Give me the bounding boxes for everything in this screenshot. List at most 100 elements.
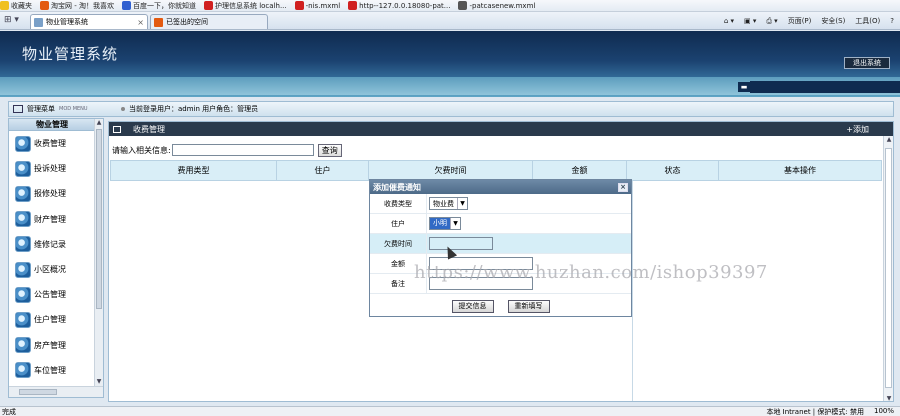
scroll-up-icon[interactable]: ▲ [885,136,893,144]
home-icon[interactable]: ⌂ ▾ [724,17,734,25]
chevron-down-icon: ▼ [457,198,467,209]
add-reminder-dialog: 添加催费通知 × 收费类型 物业费 ▼ 住户 小明 ▼ 欠费时间 金额 备注 提交信… [369,179,632,317]
module-icon [15,185,31,202]
favorites-item[interactable]: 护理信息系统 localh... [203,1,287,11]
sidebar-item-community[interactable]: 小区概况 [9,257,95,282]
sidebar-category[interactable]: 物业管理 [9,119,95,131]
sidebar-item-parking[interactable]: 车位管理 [9,358,95,383]
hscroll-thumb[interactable] [19,389,57,395]
sidebar-item-resident[interactable]: 住户管理 [9,307,95,332]
favorites-item[interactable]: -patcasenew.mxml [458,1,535,10]
page-menu[interactable]: 页面(P) [788,16,812,26]
dialog-titlebar[interactable]: 添加催费通知 × [370,180,631,194]
module-icon [15,135,31,152]
table-header-row: 费用类型 住户 欠费时间 金额 状态 基本操作 [110,160,882,181]
field-value-cell [426,233,631,254]
sidebar: 物业管理 收费管理 投诉处理 报修处理 财产管理 维修记录 小区概况 公告管理 … [8,118,104,398]
module-icon [15,211,31,228]
page-icon [203,1,213,10]
sidebar-item-maintenance[interactable]: 维修记录 [9,232,95,257]
field-label: 欠费时间 [384,239,412,248]
field-label: 住户 [391,219,405,228]
sidebar-item-asset[interactable]: 财产管理 [9,207,95,232]
feeds-icon[interactable]: ▣ ▾ [744,17,756,25]
fee-type-select[interactable]: 物业费 ▼ [429,197,468,210]
col-amount: 金额 [532,160,627,181]
panel-title: 收费管理 [133,124,165,134]
favorites-item[interactable]: http--127.0.0.18080-pat... [348,1,450,10]
search-label: 请输入相关信息: [112,145,171,155]
favorites-item[interactable]: 百度一下，你就知道 [121,1,196,11]
search-input[interactable] [171,144,314,156]
reset-button[interactable]: 重新填写 [507,300,550,313]
sidebar-scrollbar[interactable]: ▲ ▼ [94,119,103,387]
favorites-item[interactable]: -nis.mxml [294,1,340,10]
tools-menu[interactable]: 工具(O) [855,16,880,26]
resident-select[interactable]: 小明 ▼ [429,217,461,230]
dialog-buttons: 提交信息 重新填写 [370,300,631,313]
star-icon [0,1,9,10]
window-icon[interactable]: ▬ [738,82,750,92]
sidebar-item-house[interactable]: 房产管理 [9,333,95,358]
zoom-level[interactable]: 100% [874,407,894,416]
app-header: 物业管理系统 退出系统 ▬ [0,31,900,97]
panel-header: 收费管理 +添加 [109,122,893,136]
tab-property-system[interactable]: 物业管理系统 × [30,14,148,29]
logout-button[interactable]: 退出系统 [844,57,890,69]
quick-tabs-icon[interactable]: ⊞ ▾ [4,13,26,27]
form-row-fee-type: 收费类型 物业费 ▼ [370,193,631,214]
page-icon [458,1,468,10]
favorites-item[interactable]: 淘宝网 - 淘！我喜欢 [40,1,114,11]
browser-status-bar: 完成 本地 Intranet | 保护模式: 禁用 100% [0,406,900,416]
form-row-resident: 住户 小明 ▼ [370,213,631,234]
sidebar-item-complaint[interactable]: 投诉处理 [9,156,95,181]
app-title: 物业管理系统 [22,45,119,63]
print-icon[interactable]: ⎙ ▾ [766,17,777,26]
menu-icon [13,105,23,113]
field-value-cell: 小明 ▼ [426,213,631,234]
help-icon[interactable]: ? [890,17,894,25]
add-button[interactable]: +添加 [846,124,869,135]
page-icon [34,17,43,27]
favorites-bar: 收藏夹 淘宝网 - 淘！我喜欢 百度一下，你就知道 护理信息系统 localh.… [0,0,900,12]
scroll-down-icon[interactable]: ▼ [885,395,893,401]
close-tab-icon[interactable]: × [137,18,144,27]
sidebar-item-notice[interactable]: 公告管理 [9,282,95,307]
col-status: 状态 [626,160,719,181]
search-row: 请输入相关信息: 查询 [109,142,893,158]
page-icon [154,17,163,27]
scroll-up-icon[interactable]: ▲ [95,119,103,128]
overdue-time-input[interactable] [429,237,493,250]
security-zone[interactable]: 本地 Intranet | 保护模式: 禁用 [766,407,864,416]
field-label: 收费类型 [384,199,412,208]
sidebar-item-repair[interactable]: 报修处理 [9,181,95,206]
main-scrollbar[interactable]: ▲ ▼ [883,136,893,401]
col-fee-type: 费用类型 [110,160,277,181]
scroll-thumb[interactable] [885,148,892,388]
current-user: 当前登录用户：admin 用户角色：管理员 [121,104,258,114]
close-icon[interactable]: × [618,182,628,192]
header-strip: ▬ [0,77,900,95]
module-icon [15,261,31,278]
field-value-cell: 物业费 ▼ [426,193,631,214]
submit-button[interactable]: 提交信息 [451,300,494,313]
page-icon [348,1,358,10]
menu-title: 管理菜单 MOD MENU [9,104,117,114]
module-icon [15,337,31,354]
browser-toolbar: ⌂ ▾ ▣ ▾ ⎙ ▾ 页面(P) 安全(S) 工具(O) ? [714,13,900,29]
safety-menu[interactable]: 安全(S) [821,16,845,26]
browser-tab-bar: ⊞ ▾ 物业管理系统 × 已签出的空间 ⌂ ▾ ▣ ▾ ⎙ ▾ 页面(P) 安全… [0,12,900,30]
fee-table: 费用类型 住户 欠费时间 金额 状态 基本操作 [110,160,882,181]
favorites-item[interactable]: 收藏夹 [0,1,32,11]
page-icon [294,1,304,10]
form-row-overdue-time: 欠费时间 [370,233,631,254]
baidu-icon [121,1,131,10]
header-dark-bar [750,81,900,93]
scroll-thumb[interactable] [96,129,102,309]
panel-icon [113,125,121,133]
sidebar-hscrollbar[interactable] [9,386,103,397]
search-button[interactable]: 查询 [317,143,342,157]
tab-checked-out[interactable]: 已签出的空间 [150,14,268,29]
module-icon [15,236,31,253]
sidebar-item-fee[interactable]: 收费管理 [9,131,95,156]
